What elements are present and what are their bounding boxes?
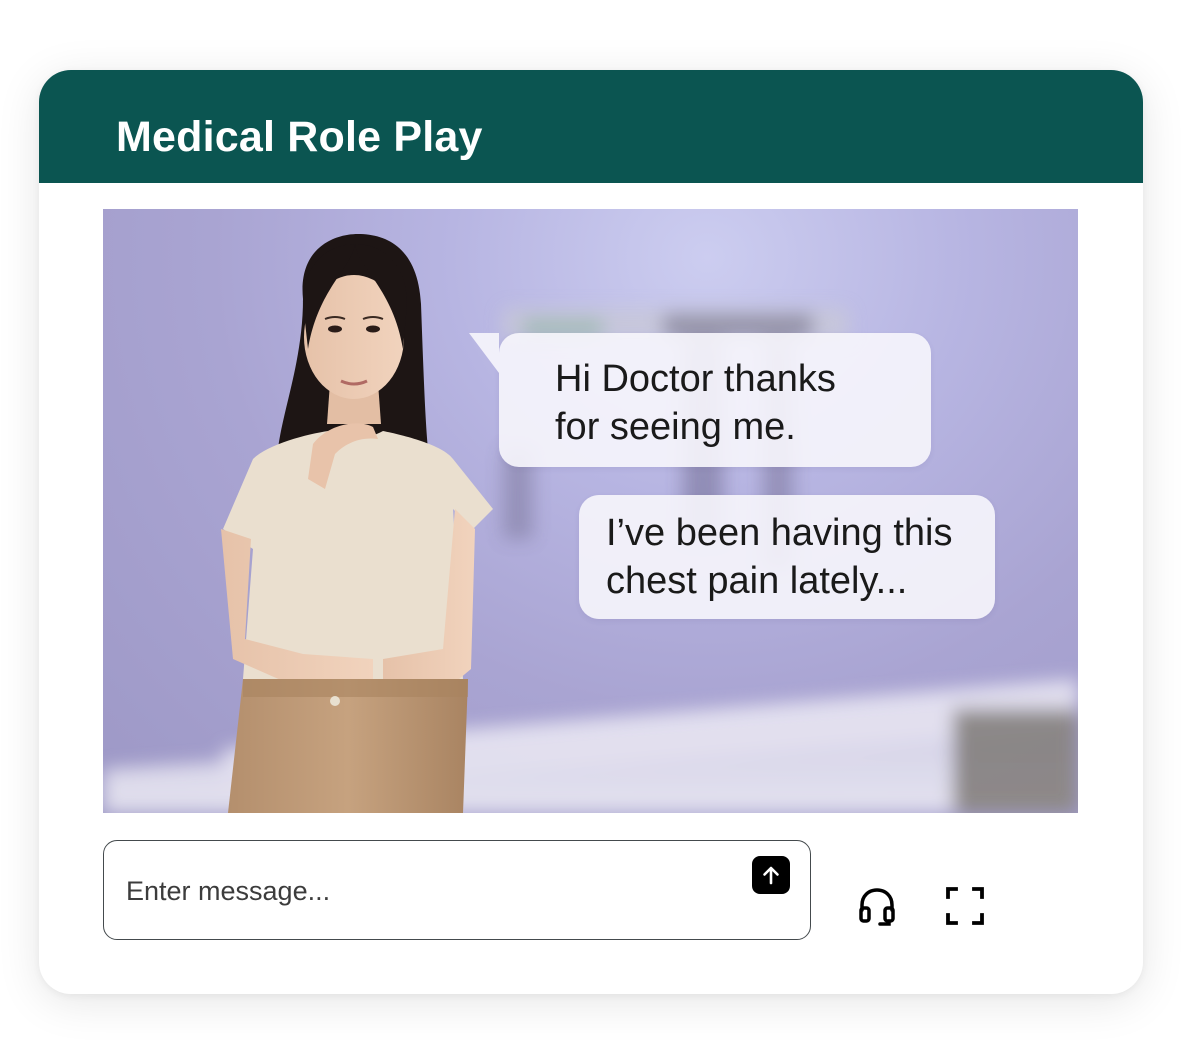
message-composer bbox=[103, 840, 811, 940]
arrow-up-icon bbox=[763, 866, 779, 885]
role-play-card: Medical Role Play Hi Doctor thanks for s… bbox=[39, 70, 1143, 994]
patient-message-bubble: I’ve been having this chest pain lately.… bbox=[579, 495, 995, 619]
fullscreen-button[interactable] bbox=[944, 885, 986, 927]
page-title: Medical Role Play bbox=[116, 113, 483, 161]
patient-scene: Hi Doctor thanks for seeing me. I’ve bee… bbox=[103, 209, 1078, 813]
message-line: chest pain lately... bbox=[606, 560, 908, 602]
message-input[interactable] bbox=[126, 869, 726, 913]
header-bar: Medical Role Play bbox=[39, 70, 1143, 183]
bubble-tail bbox=[469, 333, 499, 373]
patient-message-bubble: Hi Doctor thanks for seeing me. bbox=[469, 333, 931, 467]
headset-icon bbox=[859, 888, 895, 926]
send-button[interactable] bbox=[752, 856, 790, 894]
fullscreen-icon bbox=[946, 887, 984, 925]
message-line: I’ve been having this bbox=[606, 512, 953, 554]
headset-button[interactable] bbox=[855, 884, 899, 928]
message-line: for seeing me. bbox=[555, 406, 796, 448]
message-line: Hi Doctor thanks bbox=[555, 358, 836, 400]
